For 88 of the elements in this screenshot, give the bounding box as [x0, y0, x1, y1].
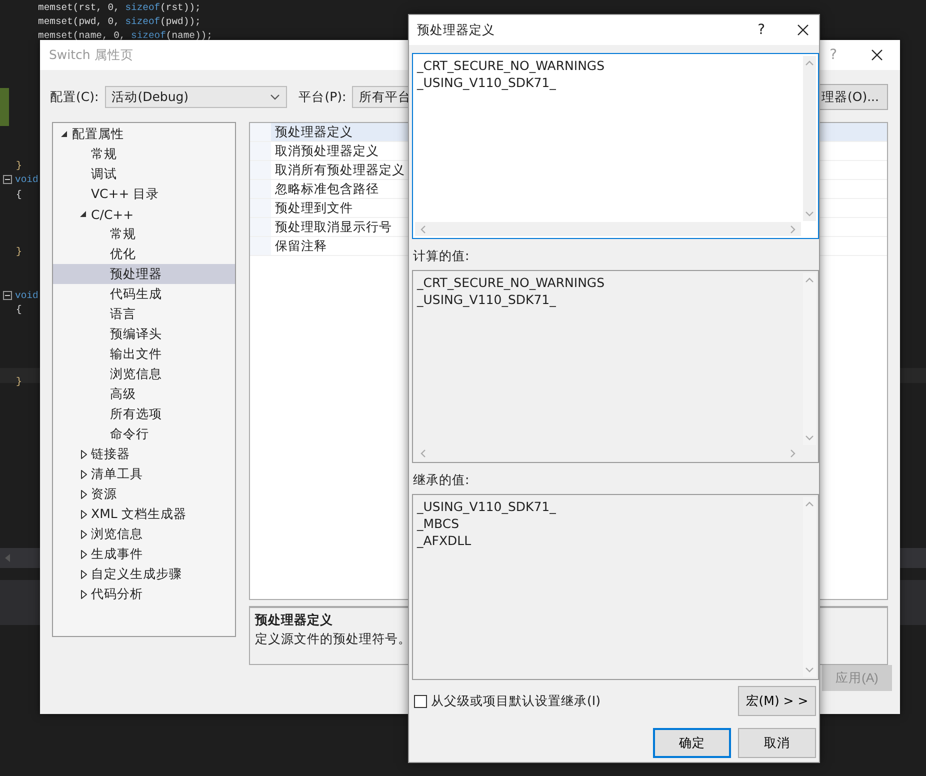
checkbox[interactable]: [414, 694, 427, 708]
code-line: }: [15, 376, 22, 387]
change-marker: [0, 88, 9, 126]
vertical-scrollbar[interactable]: [803, 497, 816, 677]
tree-item[interactable]: 代码生成: [53, 284, 235, 304]
tree-item[interactable]: VC++ 目录: [53, 184, 235, 204]
scroll-down-icon[interactable]: [805, 211, 814, 217]
scroll-down-icon[interactable]: [805, 667, 814, 673]
collapsed-icon[interactable]: [80, 550, 86, 558]
tree-item[interactable]: 生成事件: [53, 544, 235, 564]
scroll-left-icon[interactable]: [420, 448, 426, 458]
code-line: {: [15, 188, 22, 200]
platform-label: 平台(P):: [298, 88, 346, 106]
collapsed-icon[interactable]: [80, 570, 86, 578]
evaluated-label: 计算的值:: [413, 248, 470, 263]
code-line: }: [15, 246, 22, 258]
collapsed-icon[interactable]: [80, 530, 86, 538]
text-line: _MBCS: [417, 515, 460, 532]
collapsed-icon[interactable]: [80, 470, 86, 478]
tree-item[interactable]: 优化: [53, 244, 235, 264]
tree-item[interactable]: 预处理器: [53, 264, 235, 284]
tree-item[interactable]: 配置属性: [53, 124, 235, 144]
text-line: _CRT_SECURE_NO_WARNINGS: [417, 57, 606, 74]
close-icon[interactable]: [797, 24, 809, 36]
expanded-icon[interactable]: [80, 210, 87, 218]
tree-item[interactable]: 高级: [53, 384, 235, 404]
tree-item[interactable]: 浏览信息: [53, 524, 235, 544]
tree-item[interactable]: 浏览信息: [53, 364, 235, 384]
scroll-left-icon[interactable]: [4, 553, 11, 563]
tree-item[interactable]: 链接器: [53, 444, 235, 464]
description-title: 预处理器定义: [255, 612, 334, 629]
close-icon[interactable]: [871, 49, 883, 61]
vertical-scrollbar[interactable]: [803, 56, 816, 221]
text-line: _USING_V110_SDK71_: [417, 291, 557, 308]
tree-item[interactable]: 命令行: [53, 424, 235, 444]
description-text: 定义源文件的预处理符号。: [255, 631, 412, 648]
help-button[interactable]: ?: [758, 22, 765, 38]
tree-item[interactable]: 输出文件: [53, 344, 235, 364]
chevron-down-icon: [270, 93, 280, 101]
definitions-field[interactable]: _CRT_SECURE_NO_WARNINGS _USING_V110_SDK71_: [412, 53, 819, 239]
scroll-left-icon[interactable]: [420, 224, 426, 234]
tree-item[interactable]: 常规: [53, 224, 235, 244]
config-label: 配置(C):: [50, 88, 99, 106]
tree-item[interactable]: 语言: [53, 304, 235, 324]
collapsed-icon[interactable]: [80, 590, 86, 598]
tree-item[interactable]: C/C++: [53, 204, 235, 224]
code-line: memset(name, 0, sizeof(name));: [37, 30, 212, 42]
tree-item[interactable]: 清单工具: [53, 464, 235, 484]
collapsed-icon[interactable]: [80, 450, 86, 458]
config-manager-button[interactable]: 理器(O)...: [818, 84, 888, 110]
text-line: _AFXDLL: [417, 532, 472, 549]
code-line: memset(pwd, 0, sizeof(pwd));: [37, 16, 201, 28]
text-line: _USING_V110_SDK71_: [417, 498, 557, 515]
tree-item[interactable]: XML 文档生成器: [53, 504, 235, 524]
code-line: }: [15, 160, 22, 171]
scroll-down-icon[interactable]: [805, 435, 814, 441]
checkbox-label: 从父级或项目默认设置继承(I): [431, 692, 600, 710]
code-line: void: [15, 174, 38, 186]
dialog-title: 预处理器定义: [417, 22, 496, 38]
vertical-scrollbar[interactable]: [803, 273, 816, 445]
scroll-up-icon[interactable]: [805, 501, 814, 507]
expanded-icon[interactable]: [61, 130, 68, 138]
collapsed-icon[interactable]: [80, 510, 86, 518]
inherited-label: 继承的值:: [413, 472, 470, 487]
horizontal-scrollbar[interactable]: [415, 222, 801, 236]
scroll-right-icon[interactable]: [790, 224, 796, 234]
text-line: _CRT_SECURE_NO_WARNINGS: [417, 274, 606, 291]
tree-item[interactable]: 所有选项: [53, 404, 235, 424]
scroll-right-icon[interactable]: [790, 448, 796, 458]
cancel-button[interactable]: 取消: [738, 728, 816, 758]
collapsed-icon[interactable]: [80, 490, 86, 498]
code-line: {: [15, 304, 22, 315]
config-dropdown[interactable]: 活动(Debug): [104, 86, 287, 108]
tree-item[interactable]: 代码分析: [53, 584, 235, 604]
tree-item[interactable]: 调试: [53, 164, 235, 184]
collapse-icon[interactable]: [3, 175, 12, 184]
tree-item[interactable]: 常规: [53, 144, 235, 164]
tree-item[interactable]: 资源: [53, 484, 235, 504]
code-line: void: [15, 290, 38, 300]
code-line: memset(rst, 0, sizeof(rst));: [37, 2, 201, 13]
tree-item[interactable]: 自定义生成步骤: [53, 564, 235, 584]
scroll-up-icon[interactable]: [805, 277, 814, 283]
ok-button[interactable]: 确定: [653, 728, 731, 758]
window-title: Switch 属性页: [49, 46, 134, 64]
collapse-icon[interactable]: [3, 290, 12, 300]
macros-button[interactable]: 宏(M) > >: [738, 686, 816, 716]
scroll-up-icon[interactable]: [805, 60, 814, 66]
tree-item[interactable]: 预编译头: [53, 324, 235, 344]
